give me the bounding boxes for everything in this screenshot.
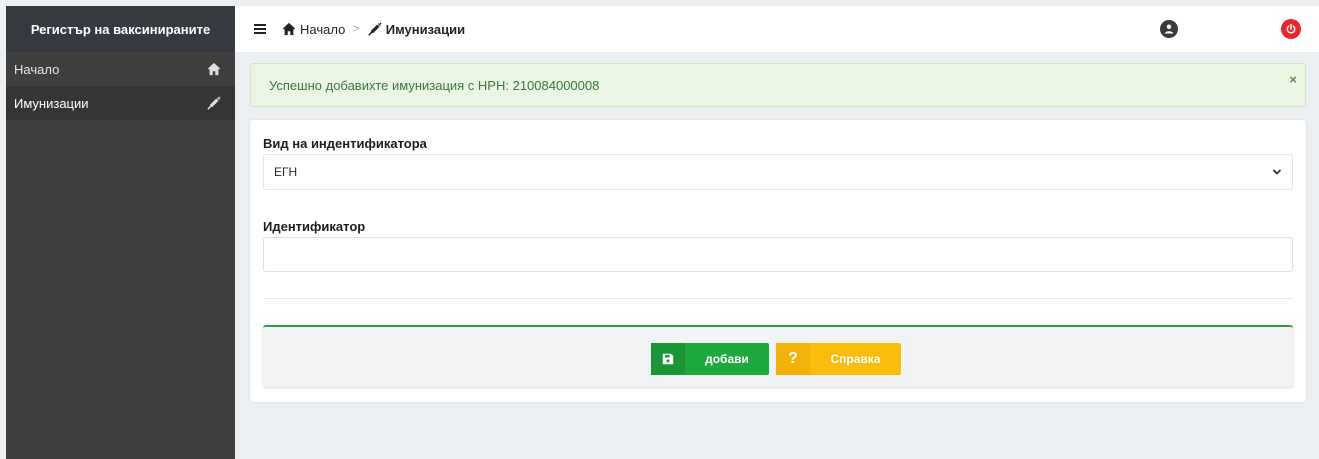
breadcrumb: Начало > Имунизации xyxy=(282,22,465,37)
home-icon xyxy=(207,62,221,76)
menu-toggle-icon[interactable] xyxy=(254,24,266,34)
add-button-label: добави xyxy=(705,352,749,366)
sidebar-item-home[interactable]: Начало xyxy=(6,52,235,86)
sidebar-item-label: Начало xyxy=(14,61,60,77)
form-card: Вид на индентификатора ЕГН Идентификатор… xyxy=(250,120,1306,402)
sidebar-item-immunizations[interactable]: Имунизации xyxy=(6,86,235,120)
save-icon xyxy=(651,343,685,375)
top-header: Начало > Имунизации xyxy=(235,6,1319,52)
success-alert: Успешно добавихте имунизация с НРН: 2100… xyxy=(250,63,1306,107)
alert-message: Успешно добавихте имунизация с НРН: 2100… xyxy=(269,77,600,93)
breadcrumb-separator: > xyxy=(353,23,360,35)
breadcrumb-current: Имунизации xyxy=(385,21,466,37)
syringe-icon xyxy=(367,22,382,36)
identifier-input[interactable] xyxy=(263,237,1293,272)
id-type-select[interactable]: ЕГН xyxy=(263,154,1293,190)
close-icon[interactable]: × xyxy=(1289,72,1297,87)
question-icon: ? xyxy=(776,343,810,375)
chevron-down-icon xyxy=(1272,169,1282,175)
syringe-icon xyxy=(207,96,221,110)
help-button[interactable]: ? Справка xyxy=(776,343,901,375)
home-icon xyxy=(282,22,296,36)
logout-power-icon[interactable] xyxy=(1281,19,1301,39)
add-button[interactable]: добави xyxy=(651,343,769,375)
divider xyxy=(263,298,1293,299)
sidebar: Регистър на ваксинираните Начало Имуниза… xyxy=(6,6,235,459)
actions-panel: добави ? Справка xyxy=(263,325,1293,387)
sidebar-item-label: Имунизации xyxy=(14,95,89,111)
breadcrumb-home[interactable]: Начало xyxy=(300,22,345,37)
app-title: Регистър на ваксинираните xyxy=(6,6,235,52)
id-label: Идентификатор xyxy=(263,219,366,234)
user-avatar-icon[interactable] xyxy=(1160,20,1178,38)
id-type-selected-value: ЕГН xyxy=(274,165,298,179)
id-type-label: Вид на индентификатора xyxy=(263,136,427,151)
help-button-label: Справка xyxy=(830,352,881,366)
